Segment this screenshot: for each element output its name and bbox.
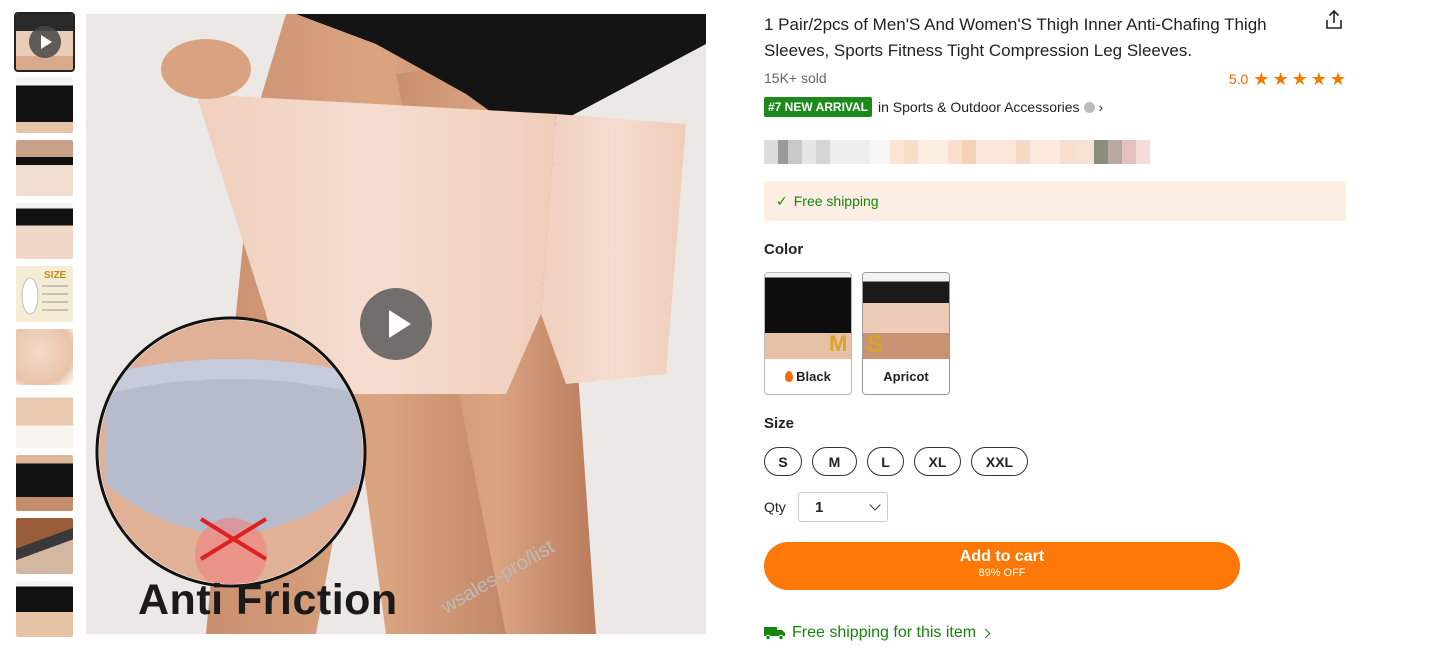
size-option-xl[interactable]: XL — [914, 447, 961, 476]
thumbnail-strip: SIZE — [14, 12, 75, 644]
star-icon: ★ — [1310, 69, 1327, 89]
thumbnail-image[interactable] — [16, 581, 73, 637]
color-option-apricot[interactable]: S Apricot — [862, 272, 950, 395]
add-to-cart-label: Add to cart — [959, 548, 1045, 565]
thumbnail-image[interactable] — [16, 203, 73, 259]
star-icon: ★ — [1253, 69, 1270, 89]
rank-badge: #7 NEW ARRIVAL — [764, 97, 873, 117]
thumbnail-image[interactable]: SIZE — [16, 266, 73, 322]
swatch-label: Black — [765, 369, 851, 384]
thumbnail-image[interactable] — [16, 329, 73, 385]
rating-value: 5.0 — [1228, 71, 1249, 87]
free-shipping-link[interactable]: Free shipping for this item — [764, 624, 991, 642]
size-option-xxl[interactable]: XXL — [971, 447, 1028, 476]
flame-icon — [785, 371, 794, 382]
ranking-row[interactable]: #7 NEW ARRIVAL in Sports & Outdoor Acces… — [764, 97, 1103, 117]
free-shipping-text: Free shipping — [793, 193, 879, 209]
sold-count: 15K+ sold — [764, 70, 827, 86]
swatch-size-mark: S — [867, 331, 884, 358]
info-icon[interactable] — [1083, 101, 1095, 113]
swatch-size-mark: M — [829, 331, 848, 356]
svg-text:SIZE: SIZE — [44, 270, 67, 281]
thumbnail-video[interactable] — [14, 12, 75, 72]
main-product-image[interactable]: wsales-pro/list Anti Friction — [86, 14, 706, 634]
free-shipping-link-text: Free shipping for this item — [792, 624, 977, 641]
swatch-label: Apricot — [883, 369, 929, 384]
check-icon: ✓ — [776, 192, 788, 209]
size-label: Size — [764, 415, 795, 432]
rating[interactable]: 5.0 ★ ★ ★ ★ ★ — [1229, 70, 1346, 88]
size-option-l[interactable]: L — [867, 447, 904, 476]
swatch-image: M — [765, 273, 851, 359]
discount-label: 89% OFF — [978, 567, 1026, 579]
quantity-value: 1 — [815, 498, 824, 516]
share-icon[interactable] — [1322, 8, 1346, 32]
thumbnail-image[interactable] — [16, 140, 73, 196]
size-option-m[interactable]: M — [812, 447, 857, 476]
truck-icon — [764, 627, 785, 640]
image-caption: Anti Friction — [138, 576, 398, 624]
chevron-down-icon — [869, 499, 881, 511]
price-blurred — [764, 140, 1204, 164]
star-icon: ★ — [1272, 69, 1289, 89]
chevron-right-icon — [980, 628, 991, 638]
star-icon: ★ — [1291, 69, 1308, 89]
star-icon: ★ — [1329, 69, 1346, 89]
thumbnail-image[interactable] — [16, 455, 73, 511]
play-icon — [29, 26, 61, 58]
thumbnail-image[interactable] — [16, 518, 73, 574]
swatch-image: S — [863, 273, 949, 359]
add-to-cart-button[interactable]: Add to cart 89% OFF — [764, 542, 1240, 590]
free-shipping-banner: ✓ Free shipping — [764, 181, 1346, 221]
color-label: Color — [764, 241, 804, 258]
size-chart-icon: SIZE — [21, 270, 68, 315]
size-options: S M L XL XXL — [764, 447, 1028, 476]
thumbnail-image[interactable] — [16, 392, 73, 448]
color-option-black[interactable]: M Black — [764, 272, 852, 395]
product-title: 1 Pair/2pcs of Men'S And Women'S Thigh I… — [764, 15, 1267, 60]
rank-category: in Sports & Outdoor Accessories — [878, 99, 1080, 115]
chevron-right-icon: › — [1098, 99, 1103, 115]
size-option-s[interactable]: S — [764, 447, 802, 476]
thumbnail-image[interactable] — [16, 77, 73, 133]
quantity-select[interactable]: 1 — [798, 492, 888, 522]
qty-label: Qty — [764, 499, 786, 515]
play-video-button[interactable] — [360, 288, 432, 360]
